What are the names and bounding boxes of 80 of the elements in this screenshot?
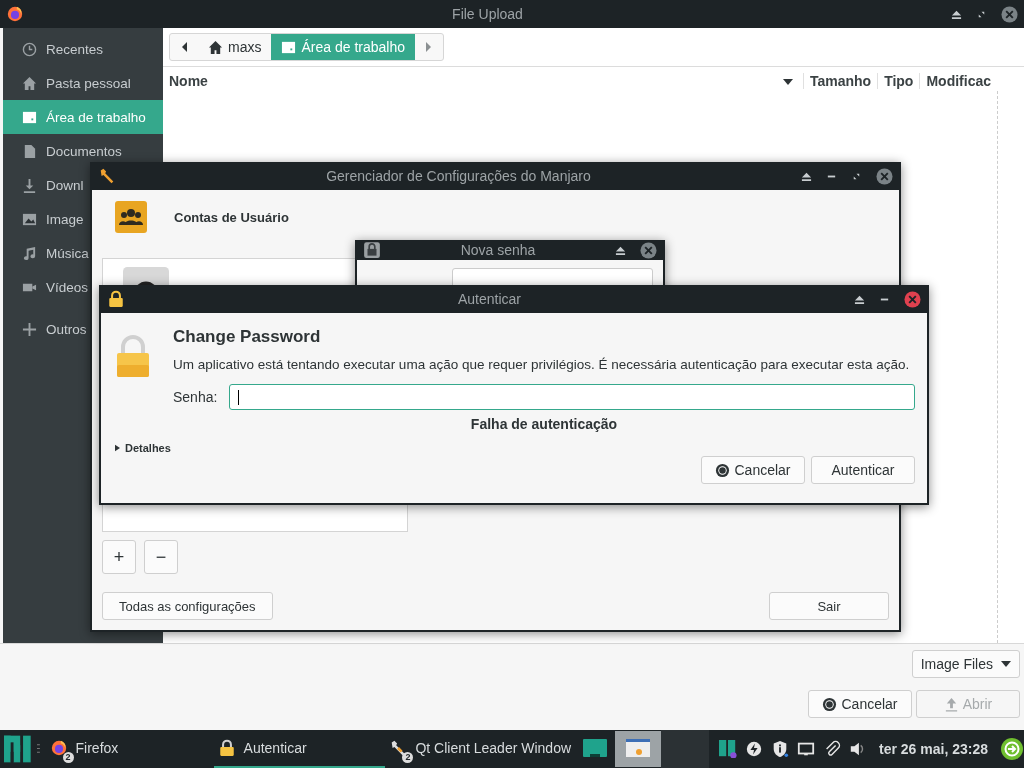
manjaro-logo-icon[interactable] [4, 735, 31, 763]
column-header[interactable]: Tipo [877, 73, 920, 89]
details-expander[interactable]: Detalhes [115, 442, 171, 454]
close-icon[interactable] [640, 241, 657, 259]
password-label: Senha: [173, 389, 218, 405]
sidebar-item[interactable]: Recentes [3, 32, 163, 66]
home-icon [22, 75, 37, 91]
stop-icon [715, 462, 731, 478]
paperclip-icon[interactable] [823, 740, 842, 758]
column-header[interactable]: Modificac [919, 73, 997, 89]
desktop-folder-icon [281, 39, 297, 55]
padlock-icon [115, 335, 151, 379]
lightning-icon[interactable] [745, 740, 764, 758]
user-group-icon [114, 200, 148, 234]
shade-icon[interactable] [615, 244, 626, 256]
screen-icon[interactable] [797, 740, 816, 758]
workspace-thumbnail[interactable] [661, 730, 710, 768]
firefox-icon [6, 5, 24, 23]
sidebar-item[interactable]: Image [3, 202, 163, 236]
music-note-icon [22, 245, 37, 261]
shield-info-icon[interactable] [771, 740, 790, 758]
close-icon[interactable] [1001, 5, 1018, 23]
stop-icon [822, 696, 838, 712]
taskbar-button[interactable]: Autenticar [213, 730, 386, 768]
dialog-button[interactable]: Autenticar [811, 456, 915, 484]
add-user-button[interactable]: + [102, 540, 136, 574]
sidebar-item[interactable]: Documentos [3, 134, 163, 168]
path-button[interactable]: maxs [198, 34, 272, 60]
taskbar-button[interactable]: 2 Firefox [45, 730, 214, 768]
download-icon [22, 177, 37, 193]
workspace-icon[interactable] [583, 739, 608, 759]
window-title: Nova senha [459, 242, 537, 258]
close-icon[interactable] [876, 167, 893, 185]
column-header[interactable]: Nome [163, 73, 214, 89]
image-icon [22, 211, 37, 227]
file-type-dropdown[interactable]: Image Files [911, 650, 1020, 678]
lock-icon [107, 290, 125, 308]
dialog-message: Um aplicativo está tentando executar uma ação que requer privilégios. É necessária autenticação para executar esta ação. [173, 357, 911, 372]
column-header[interactable]: Tamanho [802, 73, 878, 89]
window-count-badge: 2 [402, 752, 414, 763]
settings-manager-icon[interactable] [719, 740, 738, 758]
sidebar-item[interactable]: Downl [3, 168, 163, 202]
window-title: Gerenciador de Configurações do Manjaro [325, 168, 592, 184]
window-title: File Upload [451, 6, 524, 22]
document-icon [22, 143, 37, 159]
sidebar-item[interactable]: Vídeos [3, 270, 163, 304]
expander-arrow-icon [115, 444, 120, 452]
taskbar-button[interactable]: 2 Qt Client Leader Window [385, 730, 576, 768]
forward-arrow-icon[interactable] [425, 41, 433, 53]
lock-icon [217, 739, 236, 757]
shade-icon[interactable] [801, 170, 812, 182]
window-count-badge: 2 [62, 752, 74, 763]
home-icon [208, 39, 223, 55]
clock-icon [22, 41, 37, 57]
dialog-button[interactable]: Cancelar [808, 690, 912, 718]
lock-icon [363, 241, 381, 259]
window-title: Autenticar [456, 291, 522, 307]
back-arrow-icon[interactable] [180, 41, 188, 53]
sort-arrow-icon [782, 79, 793, 85]
close-icon[interactable] [904, 290, 921, 308]
password-field[interactable] [229, 384, 915, 410]
shade-icon[interactable] [854, 293, 865, 305]
sidebar-item[interactable]: Música [3, 236, 163, 270]
upload-icon [943, 696, 959, 712]
all-settings-button[interactable]: Todas as configurações [102, 592, 273, 620]
clock[interactable]: ter 26 mai, 23:28 [879, 741, 988, 757]
section-heading: Contas de Usuário [174, 209, 289, 225]
desktop-folder-icon [22, 109, 37, 125]
workspace-thumbnail[interactable] [615, 731, 662, 767]
remove-user-button[interactable]: − [144, 540, 178, 574]
shade-icon[interactable] [951, 8, 962, 20]
plus-icon [22, 321, 37, 337]
dialog-button[interactable]: Cancelar [701, 456, 805, 484]
quit-button[interactable]: Sair [769, 592, 889, 620]
dialog-heading: Change Password [173, 327, 322, 347]
sidebar-item[interactable]: Pasta pessoal [3, 66, 163, 100]
error-message: Falha de autenticação [469, 416, 619, 432]
logout-icon[interactable] [1000, 737, 1024, 761]
caret-icon [1001, 661, 1011, 667]
sidebar-item[interactable]: Outros [3, 312, 163, 346]
